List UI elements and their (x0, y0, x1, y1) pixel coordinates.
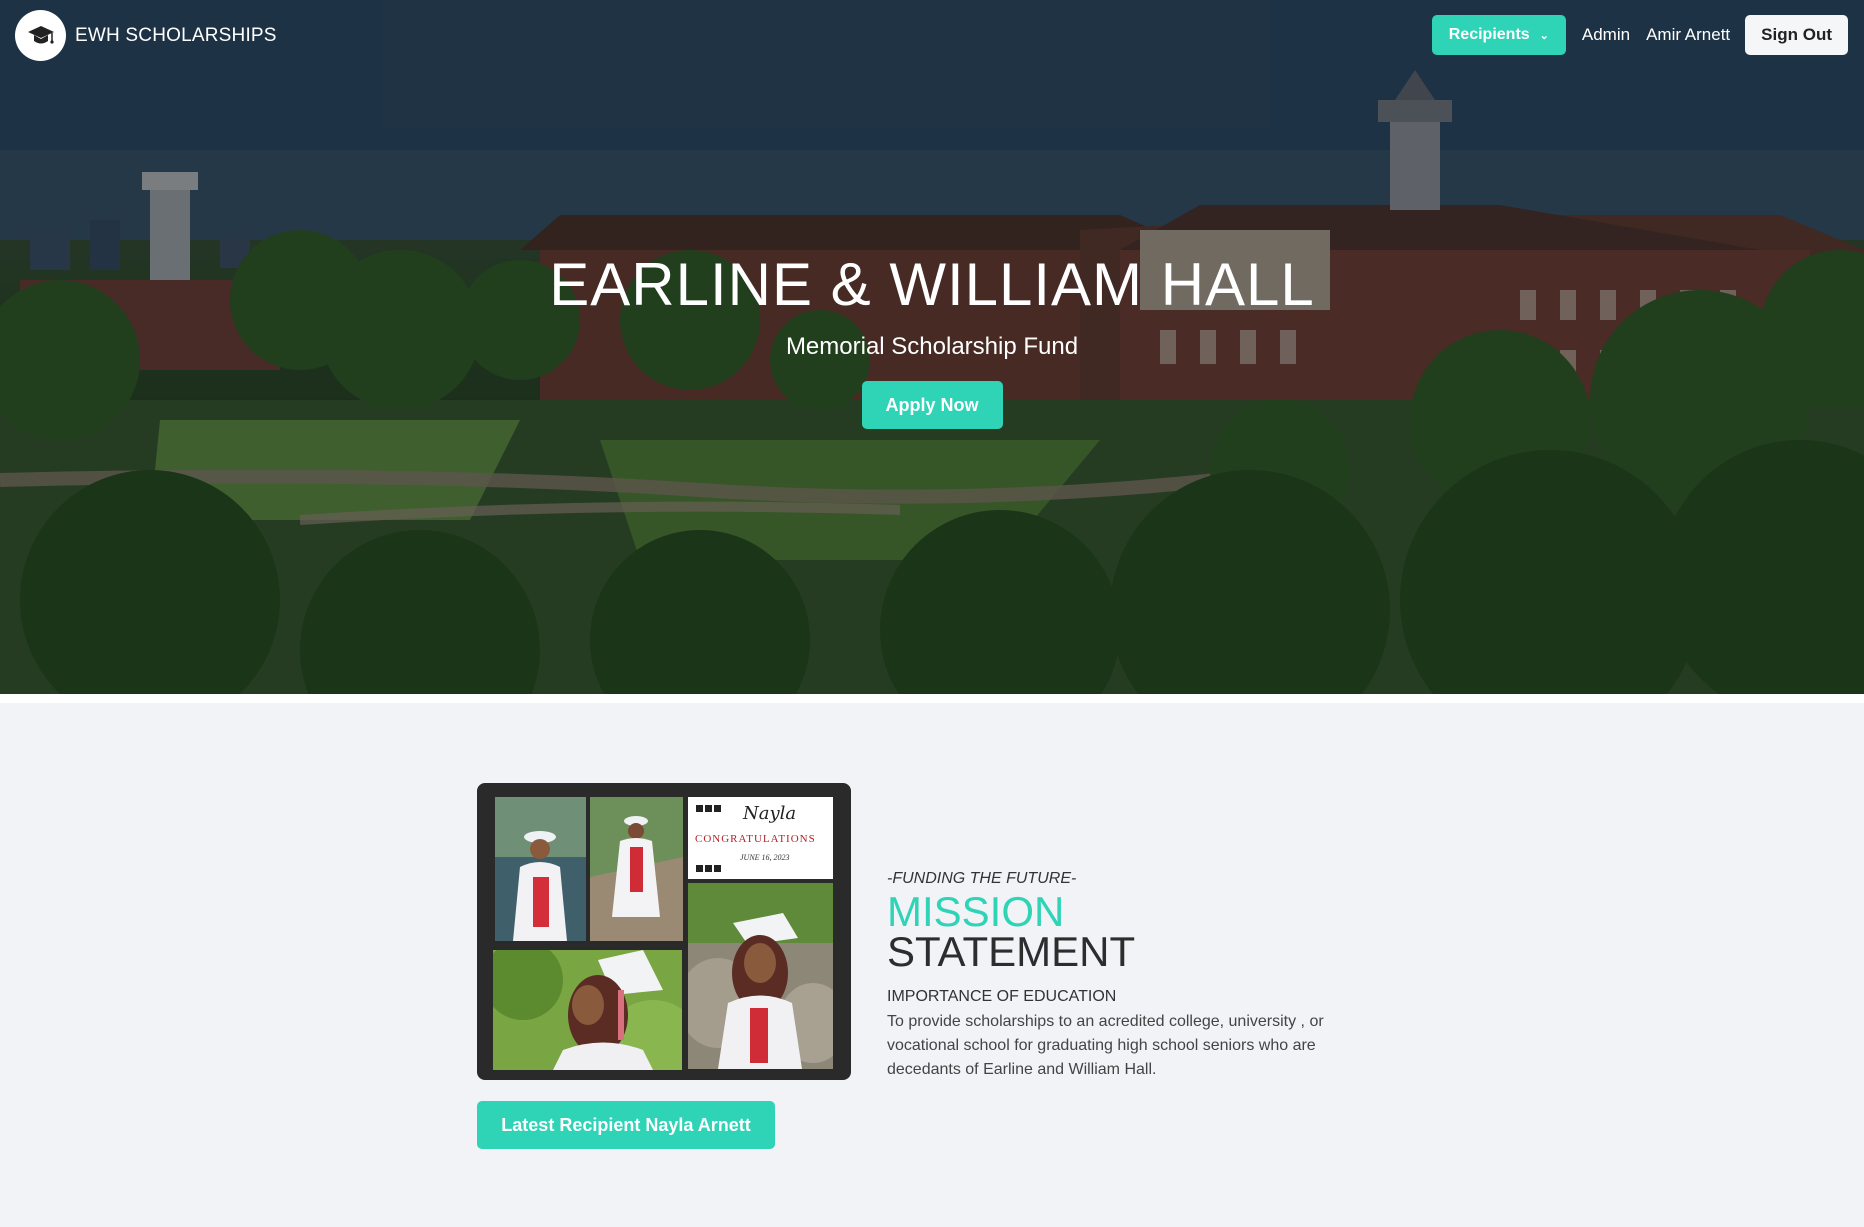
mission-body: To provide scholarships to an acredited … (887, 1013, 1324, 1078)
mission-kicker: -FUNDING THE FUTURE- (887, 870, 1077, 887)
apply-now-button[interactable]: Apply Now (861, 381, 1003, 429)
hero-subtitle: Memorial Scholarship Fund (785, 333, 1079, 360)
mission-section: -FUNDING THE FUTURE- MISSION STATEMENT I… (887, 870, 1347, 1082)
admin-link[interactable]: Admin (1582, 25, 1630, 45)
latest-recipient-button[interactable]: Latest Recipient Nayla Arnett (477, 1101, 775, 1149)
hero-banner: EWH SCHOLARSHIPS Recipients ⌄ Admin Amir… (0, 0, 1864, 694)
brand-name: EWH SCHOLARSHIPS (75, 24, 277, 46)
brand[interactable]: EWH SCHOLARSHIPS (15, 10, 277, 61)
chevron-down-icon: ⌄ (1539, 29, 1549, 42)
sign-out-button[interactable]: Sign Out (1745, 15, 1848, 55)
collage-photo-2 (590, 797, 683, 941)
mission-heading-accent: MISSION (887, 888, 1065, 935)
collage-photo-3 (493, 950, 682, 1070)
recipients-label: Recipients (1448, 26, 1530, 43)
hero-title: EARLINE & WILLIAM HALL (549, 251, 1315, 318)
hero-content: EARLINE & WILLIAM HALL Memorial Scholars… (0, 250, 1864, 429)
card-recipient-name: Nayla (743, 803, 797, 824)
recipients-dropdown-button[interactable]: Recipients ⌄ (1431, 15, 1566, 55)
congratulations-card: Nayla CONGRATULATIONS JUNE 16, 2023 (688, 797, 833, 879)
user-name-link[interactable]: Amir Arnett (1646, 25, 1730, 45)
collage-photo-1 (495, 797, 586, 941)
mission-heading: STATEMENT (887, 928, 1136, 975)
nav-actions: Recipients ⌄ Admin Amir Arnett Sign Out (1431, 15, 1848, 55)
recipient-photo-collage: Nayla CONGRATULATIONS JUNE 16, 2023 (477, 783, 851, 1080)
collage-photo-4 (688, 883, 833, 1069)
card-congratulations: CONGRATULATIONS (695, 833, 816, 845)
card-date: JUNE 16, 2023 (740, 853, 790, 862)
navbar: EWH SCHOLARSHIPS Recipients ⌄ Admin Amir… (0, 0, 1864, 70)
graduation-cap-icon (15, 10, 66, 61)
mission-subheading: IMPORTANCE OF EDUCATION (887, 988, 1117, 1005)
section-divider (0, 694, 1864, 703)
